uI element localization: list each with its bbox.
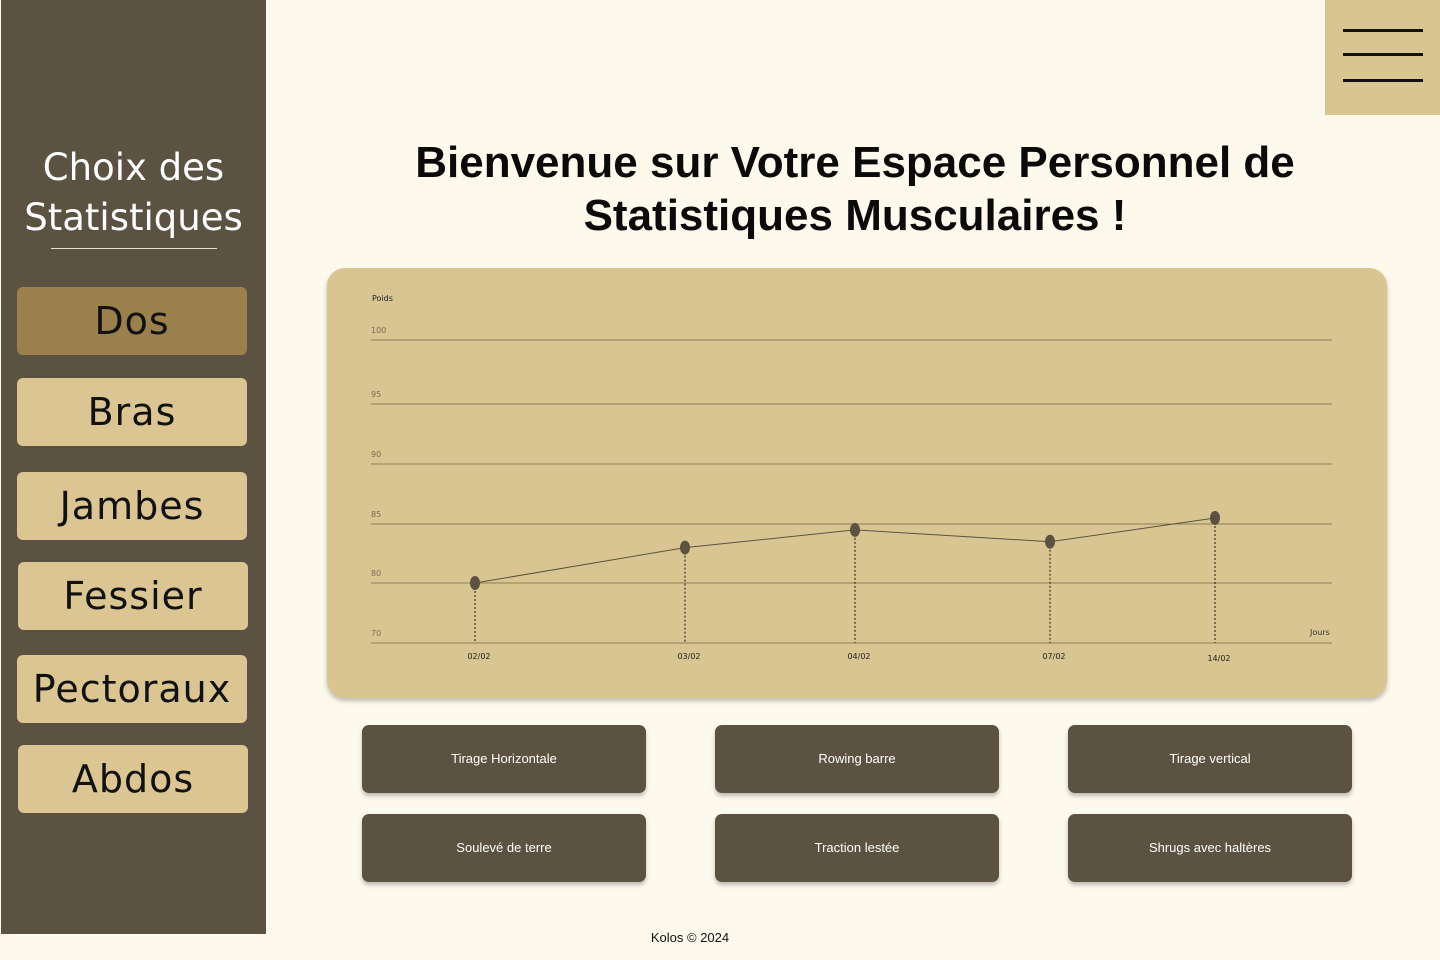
x-tick-label: 03/02: [677, 652, 700, 661]
y-tick-label: 90: [371, 450, 381, 459]
sidebar-title-line1: Choix des: [42, 146, 225, 189]
sidebar-item-pectoraux[interactable]: Pectoraux: [17, 655, 247, 723]
sidebar-title: Choix des Statistiques: [1, 143, 266, 243]
y-tick-label: 95: [371, 390, 381, 399]
exercise-button-tirage-vertical[interactable]: Tirage vertical: [1068, 725, 1352, 793]
x-tick-label: 14/02: [1207, 654, 1230, 663]
data-point: [1045, 534, 1055, 549]
chart-card: 70 80 85 90 95 100 Poids Jours 02/02 03/02 04/02 07…: [327, 268, 1387, 698]
sidebar-item-bras[interactable]: Bras: [17, 378, 247, 446]
exercise-button-traction-lestee[interactable]: Traction lestée: [715, 814, 999, 882]
exercise-button-shrugs-avec-halteres[interactable]: Shrugs avec haltères: [1068, 814, 1352, 882]
data-point: [470, 576, 480, 590]
x-tick-label: 02/02: [467, 652, 490, 661]
sidebar-item-abdos[interactable]: Abdos: [18, 745, 248, 813]
y-tick-label: 100: [371, 326, 386, 335]
sidebar-item-jambes[interactable]: Jambes: [17, 472, 247, 540]
page-title: Bienvenue sur Votre Espace Personnel de …: [330, 136, 1380, 242]
page-title-line2: Statistiques Musculaires !: [583, 191, 1127, 240]
line-chart: 70 80 85 90 95 100 Poids Jours 02/02 03/02 04/02 07…: [371, 294, 1332, 663]
y-tick-label: 70: [371, 629, 381, 638]
data-point: [680, 540, 690, 555]
exercise-button-souleve-de-terre[interactable]: Soulevé de terre: [362, 814, 646, 882]
y-axis-label: Poids: [372, 294, 393, 303]
x-tick-label: 04/02: [847, 652, 870, 661]
series-line: [474, 517, 1216, 584]
exercise-button-rowing-barre[interactable]: Rowing barre: [715, 725, 999, 793]
page: Choix des Statistiques Dos Bras Jambes F…: [0, 0, 1440, 960]
x-tick-label: 07/02: [1042, 652, 1065, 661]
y-tick-label: 80: [371, 569, 381, 578]
data-point: [1210, 511, 1220, 525]
sidebar-divider: [51, 248, 217, 249]
sidebar-item-dos[interactable]: Dos: [17, 287, 247, 355]
sidebar-item-fessier[interactable]: Fessier: [18, 562, 248, 630]
exercise-button-tirage-horizontale[interactable]: Tirage Horizontale: [362, 725, 646, 793]
page-title-line1: Bienvenue sur Votre Espace Personnel de: [415, 138, 1295, 187]
sidebar-title-line2: Statistiques: [24, 196, 243, 239]
x-axis-label: Jours: [1309, 628, 1330, 637]
hamburger-menu-button[interactable]: [1325, 0, 1440, 115]
y-tick-label: 85: [371, 510, 381, 519]
data-point: [850, 522, 860, 537]
footer-copyright: Kolos © 2024: [650, 930, 730, 945]
sidebar: Choix des Statistiques Dos Bras Jambes F…: [1, 0, 266, 934]
